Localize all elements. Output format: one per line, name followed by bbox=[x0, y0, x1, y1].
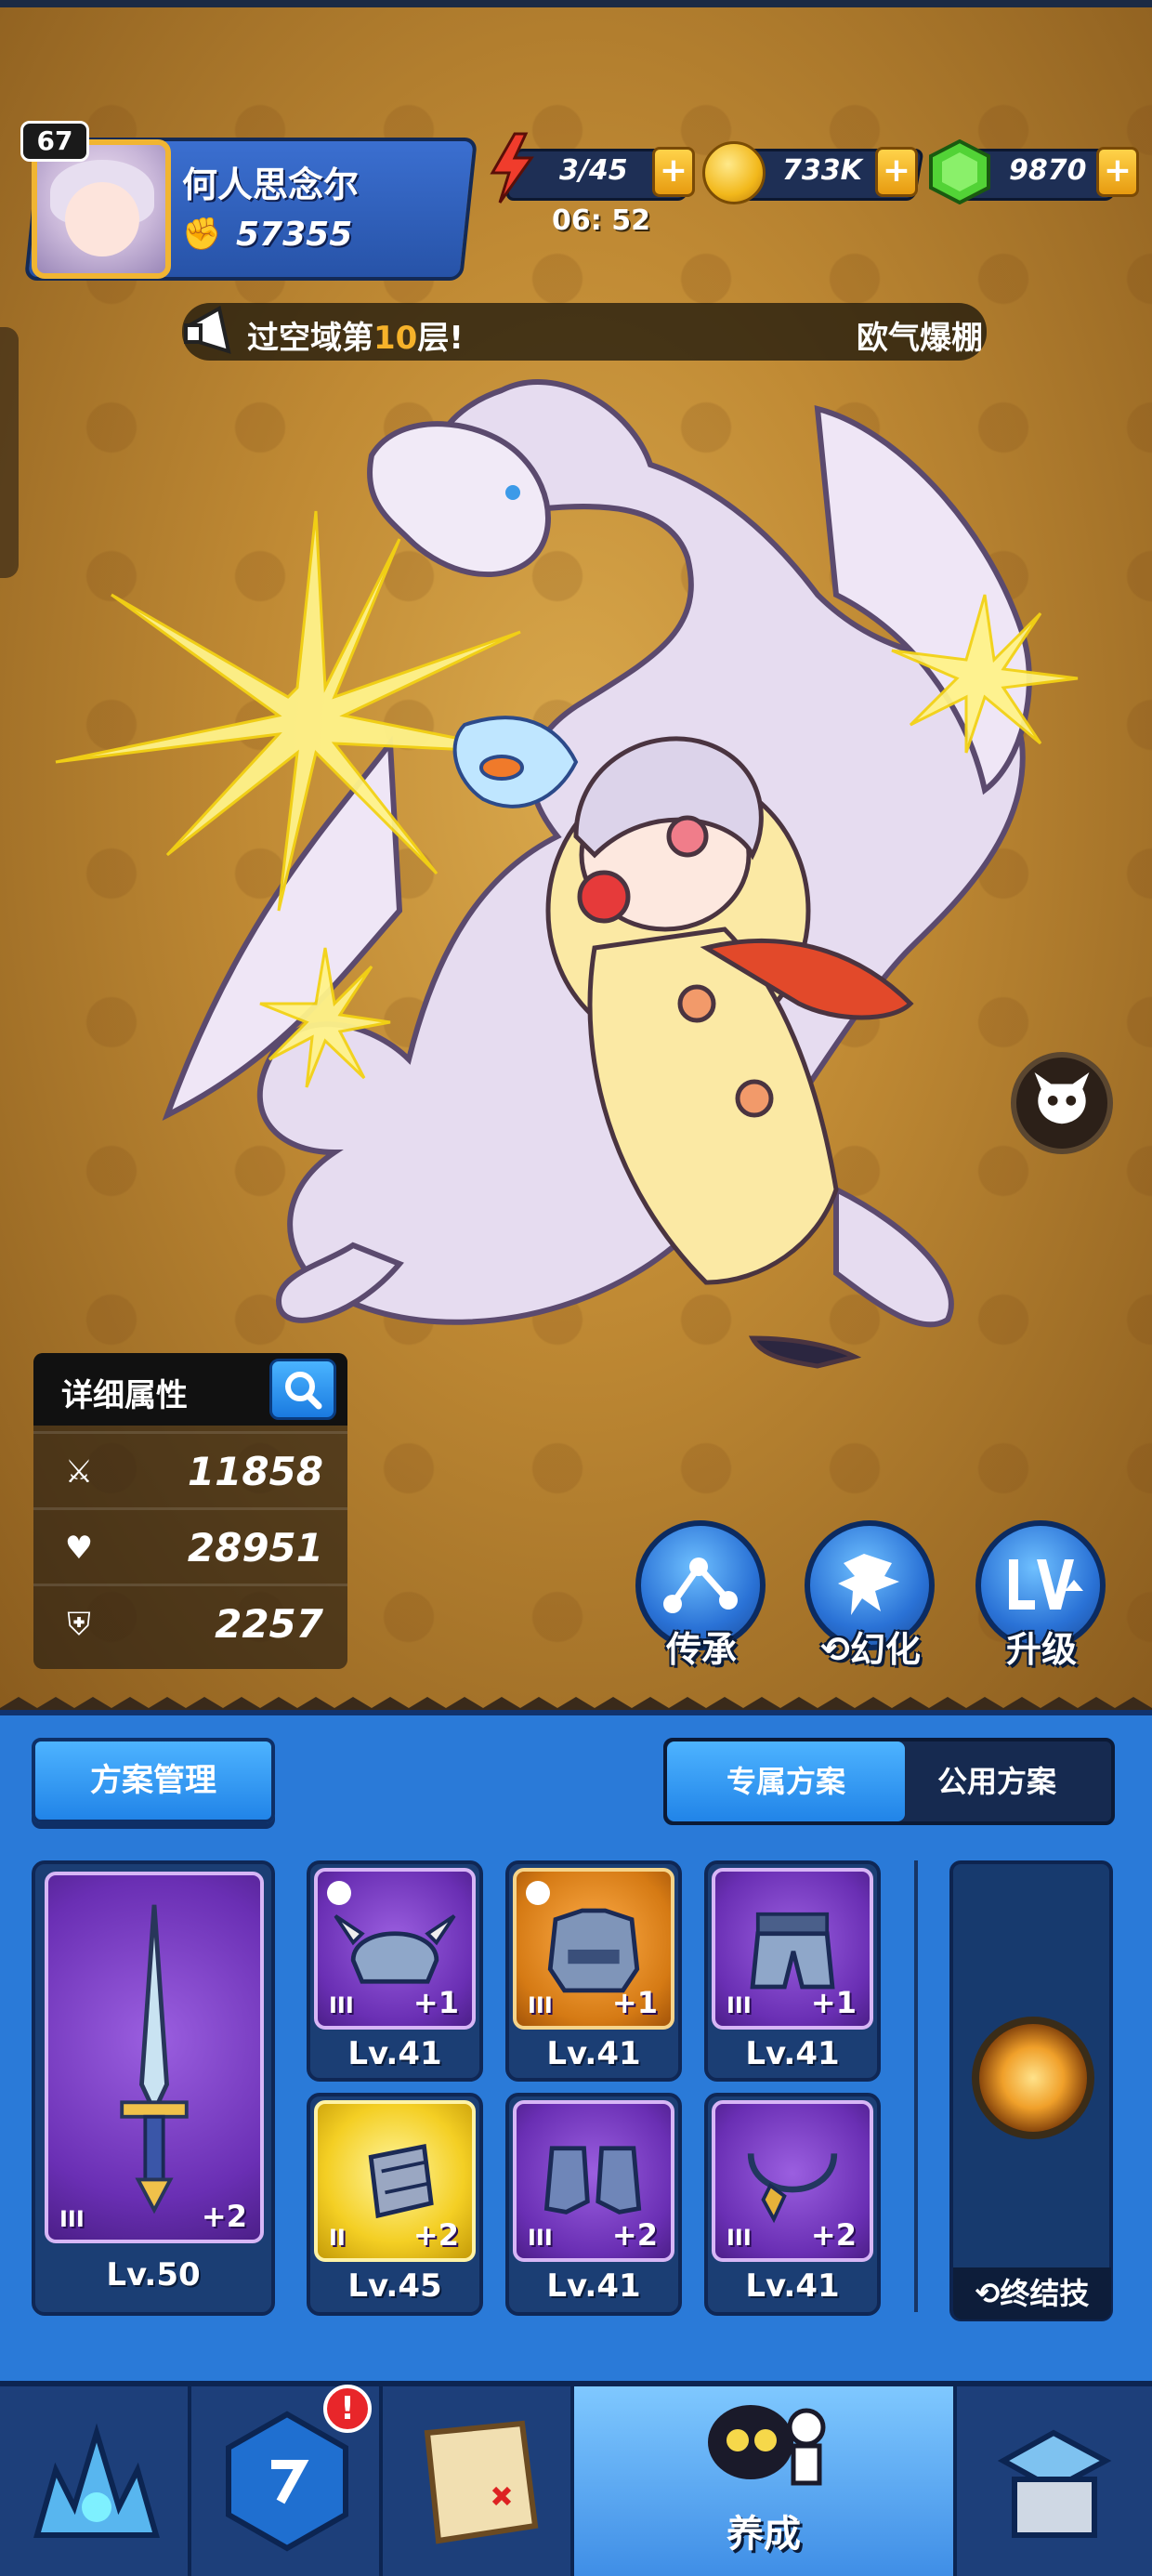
nav-item-training-label: 养成 bbox=[727, 2513, 801, 2556]
boots-card[interactable]: III +2 bbox=[513, 2100, 674, 2262]
tab-exclusive-plan[interactable]: 专属方案 bbox=[667, 1741, 905, 1821]
shield-icon: ⛨ bbox=[67, 1606, 91, 1643]
pants-card[interactable]: III +1 bbox=[712, 1868, 873, 2030]
gem-icon bbox=[929, 139, 990, 204]
helmet-level: Lv.41 bbox=[347, 2035, 442, 2072]
broadcast-text-before: 过空域第 bbox=[247, 320, 373, 357]
refresh-icon: ⟲ bbox=[975, 2276, 1001, 2311]
energy-timer: 06: 52 bbox=[552, 204, 650, 237]
stats-detail-button[interactable] bbox=[269, 1359, 336, 1420]
megaphone-icon bbox=[184, 305, 231, 354]
stats-title: 详细属性 bbox=[61, 1377, 188, 1414]
combat-power-value: 57355 bbox=[236, 216, 353, 254]
heart-icon: ♥ bbox=[64, 1530, 94, 1567]
inherit-label: 传承 bbox=[665, 1629, 737, 1670]
nav-item-map[interactable] bbox=[383, 2386, 574, 2576]
nav-item-training[interactable]: 养成 bbox=[574, 2386, 957, 2576]
broadcast-next-message: 欧气爆棚 bbox=[857, 320, 983, 357]
transform-label: ⟲幻化 bbox=[792, 1621, 949, 1672]
add-gems-button[interactable]: + bbox=[1096, 147, 1139, 197]
nav-item-battle[interactable] bbox=[0, 2386, 191, 2576]
crystal-crown-icon bbox=[33, 2423, 160, 2538]
necklace-tier: III bbox=[727, 2225, 752, 2251]
weapon-plus: +2 bbox=[201, 2199, 247, 2234]
refresh-icon: ⟲ bbox=[820, 1629, 850, 1670]
energy-value: 3/45 bbox=[559, 154, 628, 187]
bracer-card[interactable]: II +2 bbox=[314, 2100, 476, 2262]
coin-icon bbox=[702, 141, 766, 204]
skills-alert-badge: ! bbox=[323, 2385, 372, 2433]
nav-item-shop[interactable] bbox=[957, 2386, 1152, 2576]
top-strip bbox=[0, 0, 1152, 7]
weapon-level: Lv.50 bbox=[106, 2256, 201, 2293]
search-icon bbox=[285, 1372, 322, 1410]
tab-public-plan[interactable]: 公用方案 bbox=[883, 1741, 1111, 1821]
bracer-plus: +2 bbox=[412, 2217, 459, 2253]
stat-row-attack: ⚔ 11858 bbox=[33, 1431, 347, 1505]
treasure-map-icon bbox=[424, 2420, 539, 2544]
armor-tier: III bbox=[528, 1992, 553, 2018]
swap-pet-button[interactable] bbox=[1011, 1052, 1113, 1154]
armor-level: Lv.41 bbox=[546, 2035, 641, 2072]
pants-plus: +1 bbox=[810, 1985, 857, 2020]
broadcast-text-after: 层! bbox=[417, 320, 464, 357]
player-name: 何人思念尔 bbox=[182, 164, 360, 205]
spear-icon bbox=[120, 1904, 189, 2215]
finisher-orb-icon[interactable] bbox=[972, 2017, 1094, 2139]
avatar-face bbox=[65, 182, 139, 256]
add-energy-button[interactable]: + bbox=[652, 147, 695, 197]
boots-level: Lv.41 bbox=[546, 2267, 641, 2305]
defense-value: 2257 bbox=[215, 1601, 323, 1647]
coins-value: 733K bbox=[782, 154, 862, 187]
add-coins-button[interactable]: + bbox=[875, 147, 918, 197]
gems-value: 9870 bbox=[1009, 154, 1087, 187]
upgrade-label: 升级 bbox=[1005, 1629, 1077, 1670]
helmet-plus: +1 bbox=[412, 1985, 459, 2020]
monster-mascot-icon bbox=[708, 2405, 826, 2486]
player-level-badge: 67 bbox=[20, 121, 89, 162]
necklace-level: Lv.41 bbox=[745, 2267, 840, 2305]
armor-plus: +1 bbox=[611, 1985, 658, 2020]
attack-value: 11858 bbox=[187, 1449, 323, 1494]
bracer-level: Lv.45 bbox=[347, 2267, 442, 2305]
hp-value: 28951 bbox=[187, 1525, 323, 1571]
broadcast-floor: 10 bbox=[373, 320, 418, 357]
boots-plus: +2 bbox=[611, 2217, 658, 2253]
equipment-divider bbox=[914, 1860, 918, 2312]
plan-management-button[interactable]: 方案管理 bbox=[32, 1738, 275, 1823]
sword-icon: ⚔ bbox=[64, 1453, 94, 1491]
pants-tier: III bbox=[727, 1992, 752, 2018]
stat-row-defense: ⛨ 2257 bbox=[33, 1584, 347, 1658]
character-art bbox=[55, 379, 1079, 1369]
shop-stall-icon bbox=[997, 2429, 1112, 2538]
boots-tier: III bbox=[528, 2225, 553, 2251]
helmet-card[interactable]: III +1 bbox=[314, 1868, 476, 2030]
finisher-label-text: 终结技 bbox=[1000, 2276, 1090, 2311]
weapon-card[interactable]: III +2 bbox=[45, 1872, 264, 2243]
broadcast-message: 过空域第10层! bbox=[247, 312, 464, 358]
necklace-plus: +2 bbox=[810, 2217, 857, 2253]
armor-card[interactable]: III +1 bbox=[513, 1868, 674, 2030]
demon-face-icon bbox=[1034, 1072, 1090, 1124]
necklace-card[interactable]: III +2 bbox=[712, 2100, 873, 2262]
transform-label-text: 幻化 bbox=[849, 1629, 921, 1670]
finisher-label[interactable]: ⟲终结技 bbox=[953, 2267, 1111, 2320]
weapon-tier: III bbox=[59, 2206, 85, 2232]
stat-row-hp: ♥ 28951 bbox=[33, 1507, 347, 1582]
bracer-tier: II bbox=[329, 2225, 346, 2251]
combat-power-icon: ✊ bbox=[182, 216, 222, 253]
lightning-icon bbox=[490, 132, 534, 204]
pants-level: Lv.41 bbox=[745, 2035, 840, 2072]
helmet-tier: III bbox=[329, 1992, 354, 2018]
